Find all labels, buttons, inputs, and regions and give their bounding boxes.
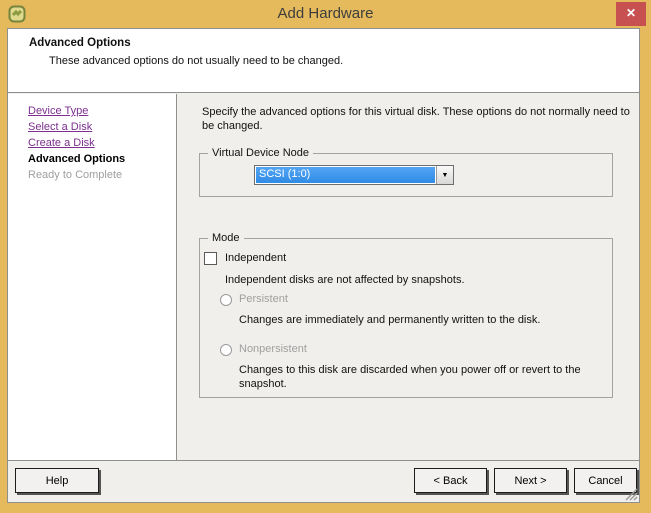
sidebar-item-device-type[interactable]: Device Type [28, 103, 176, 119]
close-icon[interactable]: ✕ [616, 2, 646, 26]
button-bar: Help < Back Next > Cancel [8, 460, 639, 502]
dialog-body: Advanced Options These advanced options … [7, 28, 640, 503]
add-hardware-dialog: Add Hardware ✕ Advanced Options These ad… [0, 0, 651, 513]
vmware-app-icon [8, 5, 26, 23]
nonpersistent-radio [220, 344, 232, 356]
sidebar-item-advanced-options: Advanced Options [28, 153, 126, 165]
virtual-device-node-group: Virtual Device Node SCSI (1:0) ▼ [199, 146, 613, 197]
mode-group: Mode Independent Independent disks are n… [199, 231, 613, 398]
independent-description: Independent disks are not affected by sn… [225, 274, 465, 286]
main-panel: Specify the advanced options for this vi… [177, 94, 639, 460]
next-button[interactable]: Next > [494, 468, 567, 493]
virtual-device-node-legend: Virtual Device Node [208, 146, 314, 160]
independent-checkbox[interactable] [204, 252, 217, 265]
nonpersistent-description: Changes to this disk are discarded when … [239, 364, 581, 390]
virtual-device-node-selected-value: SCSI (1:0) [256, 167, 435, 183]
window-title: Add Hardware [277, 5, 374, 22]
virtual-device-node-select[interactable]: SCSI (1:0) ▼ [254, 165, 454, 185]
mode-legend: Mode [208, 231, 244, 245]
titlebar[interactable]: Add Hardware ✕ [0, 0, 651, 28]
intro-text: Specify the advanced options for this vi… [202, 106, 630, 132]
back-button[interactable]: < Back [414, 468, 487, 493]
nonpersistent-radio-label: Nonpersistent [239, 343, 307, 355]
step-title: Advanced Options [29, 37, 131, 49]
persistent-radio [220, 294, 232, 306]
persistent-description: Changes are immediately and permanently … [239, 314, 541, 326]
help-button[interactable]: Help [15, 468, 99, 493]
resize-grip[interactable] [625, 488, 638, 501]
independent-checkbox-label[interactable]: Independent [225, 252, 286, 264]
sidebar-item-create-a-disk[interactable]: Create a Disk [28, 135, 176, 151]
chevron-down-icon[interactable]: ▼ [436, 166, 453, 184]
step-subtitle: These advanced options do not usually ne… [49, 55, 344, 67]
wizard-steps-sidebar: Device Type Select a Disk Create a Disk … [8, 94, 177, 460]
persistent-radio-label: Persistent [239, 293, 288, 305]
sidebar-item-ready-to-complete: Ready to Complete [28, 169, 123, 181]
wizard-content: Device Type Select a Disk Create a Disk … [8, 94, 639, 460]
sidebar-item-select-a-disk[interactable]: Select a Disk [28, 119, 176, 135]
wizard-header: Advanced Options These advanced options … [8, 29, 639, 93]
